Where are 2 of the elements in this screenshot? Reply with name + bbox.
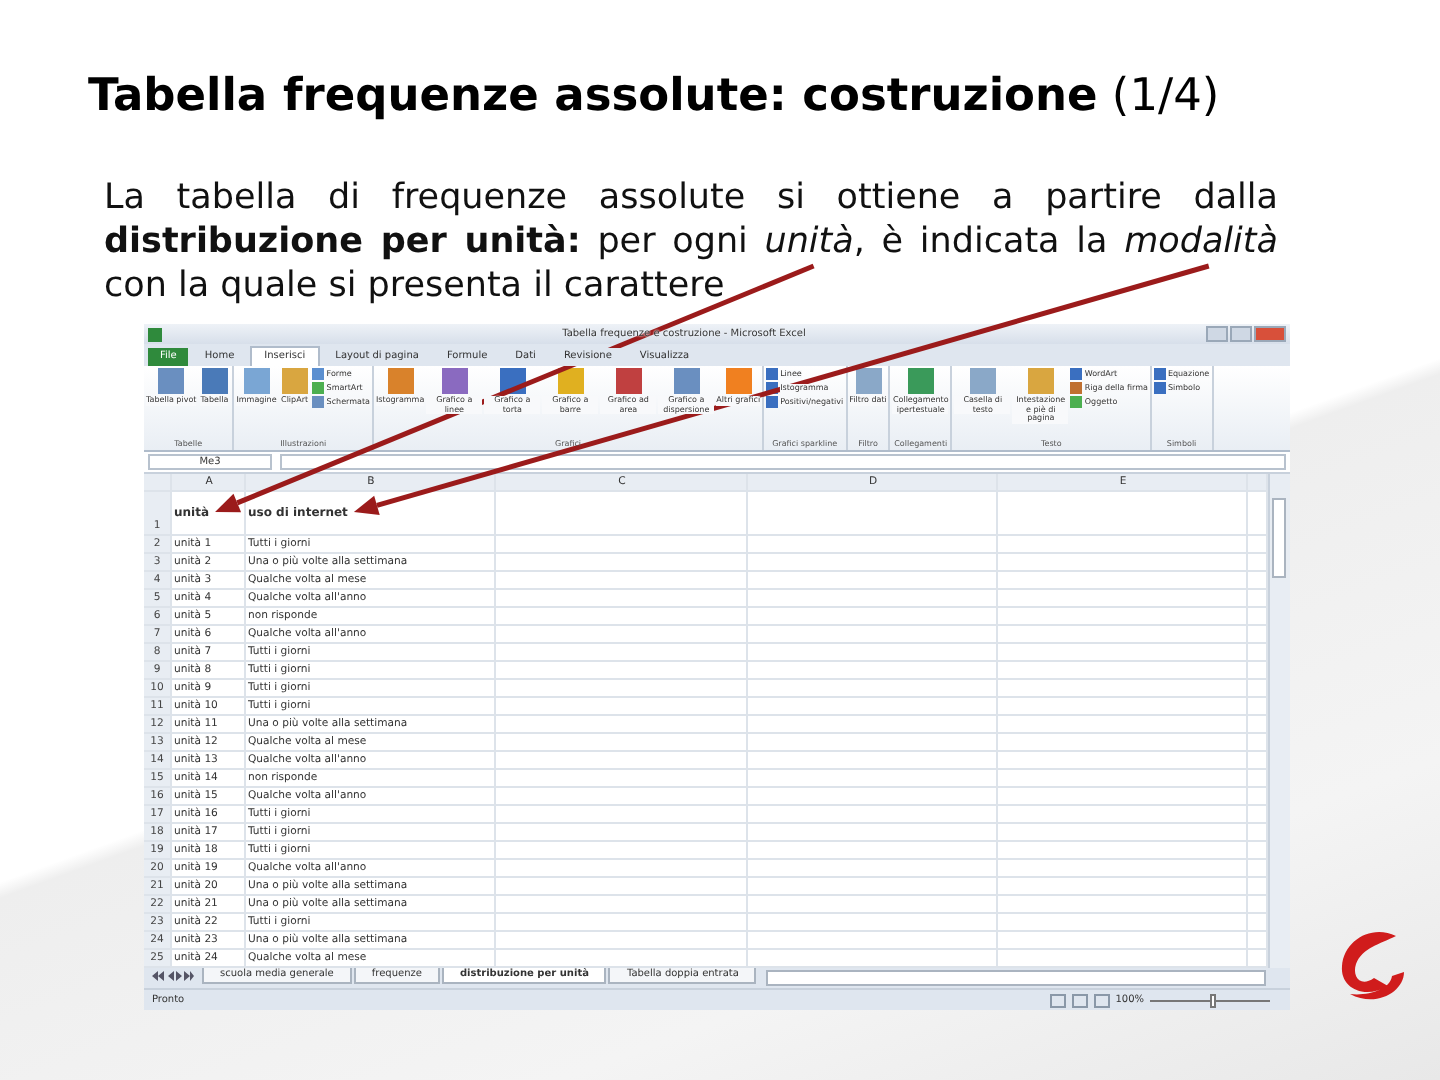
slide-paragraph: La tabella di frequenze assolute si ottiene a partire dalla distribuzione per unità: per ogni unità, è indicata la modalità con la quale si presenta il carattere [104, 176, 1278, 308]
slide-title: Tabella frequenze assolute: costruzione (1/4) [86, 68, 1222, 124]
